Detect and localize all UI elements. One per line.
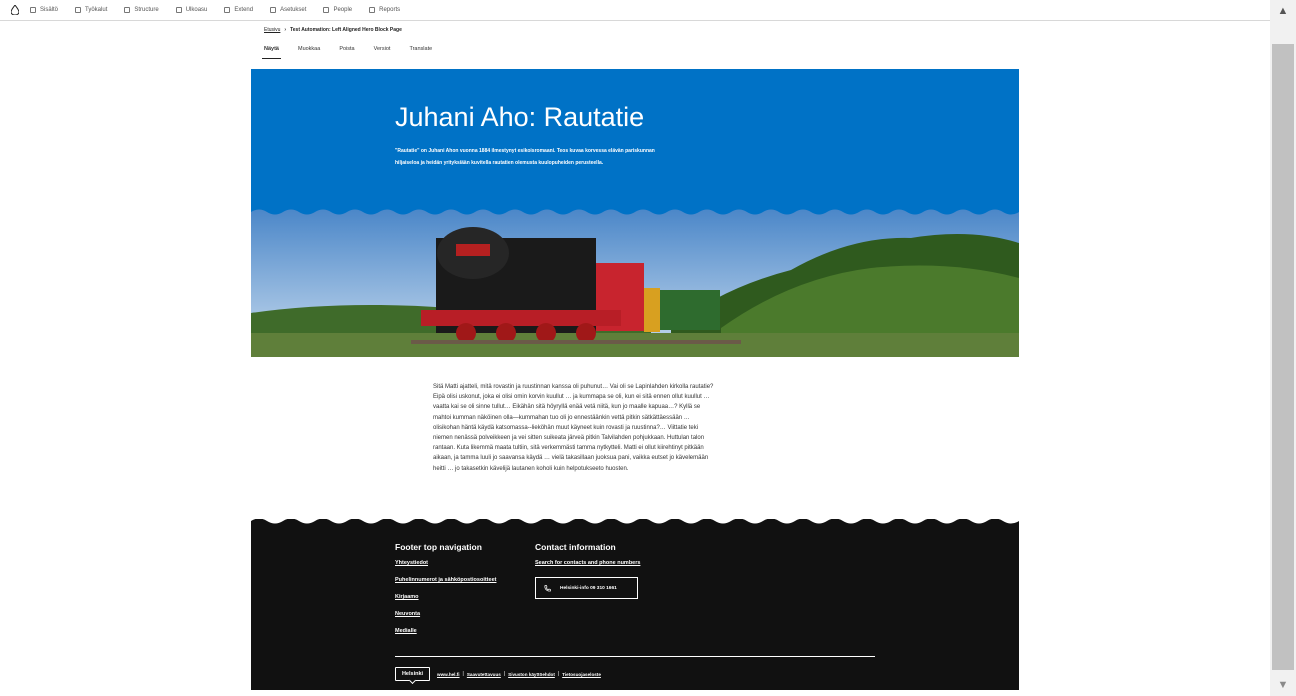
hero-block: Juhani Aho: Rautatie "Rautatie" on Juhan… xyxy=(251,69,1019,357)
footer-link-advice[interactable]: Neuvonta xyxy=(395,611,496,617)
scroll-down-arrow-icon[interactable]: ▼ xyxy=(1270,674,1296,696)
site-footer: Footer top navigation Yhteystiedot Puhel… xyxy=(251,519,1019,690)
footer-link-privacy[interactable]: Tietosuojaseloste xyxy=(562,672,601,677)
footer-koro-wave xyxy=(251,519,1019,527)
toolbar-item-appearance[interactable]: Ulkoasu xyxy=(175,7,207,13)
toolbar-item-extend[interactable]: Extend xyxy=(224,7,253,13)
toolbar-item-tools[interactable]: Työkalut xyxy=(75,7,107,13)
footer-contact-heading: Contact information xyxy=(535,542,616,552)
breadcrumb-home-link[interactable]: Etusivu xyxy=(264,27,280,33)
footer-link-helfi[interactable]: www.hel.fi xyxy=(437,672,460,677)
hero-lead-text: "Rautatie" on Juhani Ahon vuonna 1884 il… xyxy=(395,148,655,166)
footer-link-registry[interactable]: Kirjaamo xyxy=(395,594,496,600)
scrollbar-thumb[interactable] xyxy=(1272,44,1294,670)
footer-contact-column: Contact information Search for contacts … xyxy=(535,542,640,599)
breadcrumb-separator: › xyxy=(284,27,287,33)
tab-revisions[interactable]: Versiot xyxy=(372,44,393,59)
tab-translate[interactable]: Translate xyxy=(407,44,434,59)
toolbar-item-people[interactable]: People xyxy=(323,7,352,13)
admin-toolbar: Sisältö Työkalut Structure Ulkoasu Exten… xyxy=(0,0,1270,21)
breadcrumb: Etusivu › Test Automation: Left Aligned He… xyxy=(264,27,402,33)
page-scrollbar[interactable]: ▲ ▼ xyxy=(1270,0,1296,696)
hero-title: Juhani Aho: Rautatie xyxy=(395,102,645,132)
footer-contact-search-link[interactable]: Search for contacts and phone numbers xyxy=(535,560,640,566)
footer-divider xyxy=(395,656,875,657)
tab-delete[interactable]: Poista xyxy=(337,44,356,59)
extend-icon xyxy=(224,7,231,13)
drupal-home-icon[interactable] xyxy=(0,0,30,21)
footer-link-media[interactable]: Medialle xyxy=(395,628,496,634)
appearance-icon xyxy=(175,7,182,13)
footer-link-contacts[interactable]: Yhteystiedot xyxy=(395,560,496,566)
people-icon xyxy=(323,7,330,13)
tab-view[interactable]: Näytä xyxy=(262,44,281,59)
footer-bottom-bar: Helsinki www.hel.fi | Saavutettavuus | Siv… xyxy=(395,667,601,681)
tab-edit[interactable]: Muokkaa xyxy=(296,44,322,59)
footer-link-phone-numbers[interactable]: Puhelinnumerot ja sähköpostiosoitteet xyxy=(395,577,496,583)
article-body-text: Sitä Matti ajatteli, mitä rovastin ja ru… xyxy=(433,384,714,472)
scroll-up-arrow-icon[interactable]: ▲ xyxy=(1270,0,1296,22)
toolbar-item-structure[interactable]: Structure xyxy=(124,7,159,13)
toolbar-item-content[interactable]: Sisältö xyxy=(30,7,58,13)
phone-button-label: Helsinki-info 09 310 1661 xyxy=(560,585,617,591)
toolbar-item-config[interactable]: Asetukset xyxy=(270,7,306,13)
breadcrumb-current: Test Automation: Left Aligned Hero Block… xyxy=(290,27,402,33)
toolbar-item-reports[interactable]: Reports xyxy=(369,7,400,13)
config-icon xyxy=(270,7,277,13)
phone-button[interactable]: Helsinki-info 09 310 1661 xyxy=(535,577,638,599)
structure-icon xyxy=(124,7,131,13)
reports-icon xyxy=(369,7,376,13)
footer-nav-column: Footer top navigation Yhteystiedot Puhel… xyxy=(395,542,496,645)
tools-icon xyxy=(75,7,82,13)
footer-link-accessibility[interactable]: Saavutettavuus xyxy=(467,672,501,677)
local-tasks-tabs: Näytä Muokkaa Poista Versiot Translate xyxy=(262,44,449,61)
content-icon xyxy=(30,7,36,13)
phone-icon xyxy=(544,584,551,591)
helsinki-logo[interactable]: Helsinki xyxy=(395,667,430,681)
hero-train-image xyxy=(251,208,1019,357)
footer-link-terms[interactable]: Sivuston käyttöehdot xyxy=(508,672,555,677)
footer-nav-heading: Footer top navigation xyxy=(395,542,482,552)
